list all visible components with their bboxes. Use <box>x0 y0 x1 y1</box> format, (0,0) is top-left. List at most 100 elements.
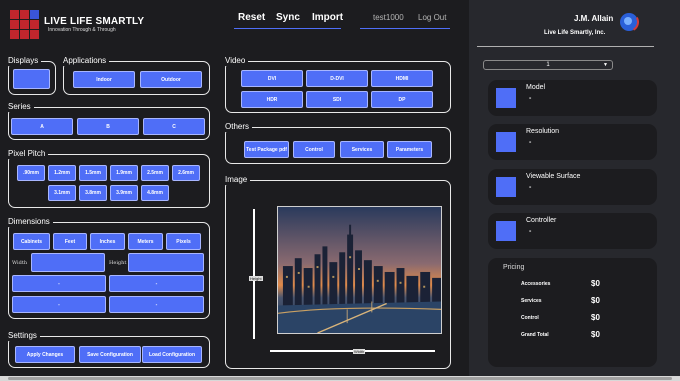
spec-card-resolution-title: Resolution <box>526 128 560 135</box>
import-link[interactable]: Import <box>312 12 343 23</box>
video-hdr-button[interactable]: HDR <box>241 91 303 108</box>
control-button[interactable]: Control <box>293 141 335 158</box>
video-ddvi-button[interactable]: D-DVI <box>306 70 368 87</box>
spec-card-viewable-surface: Viewable Surface - <box>488 169 657 205</box>
spec-card-viewable-surface-title: Viewable Surface <box>526 173 581 180</box>
username-link[interactable]: test1000 <box>373 13 404 22</box>
dimension-output-3: - <box>12 296 106 313</box>
pricing-title: Pricing <box>503 264 525 271</box>
brand-tagline: Innovation Through & Through <box>48 27 116 33</box>
width-slider-handle[interactable]: Width <box>353 349 366 354</box>
parameters-button[interactable]: Parameters <box>387 141 432 158</box>
displays-title: Displays <box>8 56 42 66</box>
avatar-icon[interactable] <box>619 12 639 32</box>
dimension-output-4: - <box>109 296 204 313</box>
spec-card-resolution: Resolution - <box>488 124 657 160</box>
pricing-accessories-label: Accessories <box>521 281 551 287</box>
height-slider-handle[interactable]: Height <box>249 276 263 281</box>
save-configuration-button[interactable]: Save Configuration <box>79 346 141 363</box>
series-a-button[interactable]: A <box>11 118 73 135</box>
unit-cabinets-button[interactable]: Cabinets <box>13 233 50 250</box>
spec-card-model-swatch <box>496 88 516 108</box>
pricing-services-value: $0 <box>591 296 600 305</box>
pitch-090-button[interactable]: .90mm <box>17 165 45 181</box>
unit-inches-button[interactable]: Inches <box>90 233 125 250</box>
services-button[interactable]: Services <box>340 141 384 158</box>
configuration-select-value: 1 <box>546 62 550 68</box>
test-package-pdf-button[interactable]: Test Package pdf <box>244 141 289 158</box>
pitch-31-button[interactable]: 3.1mm <box>48 185 76 201</box>
outdoor-button[interactable]: Outdoor <box>140 71 202 88</box>
width-label: Width <box>12 260 28 266</box>
city-preview-image <box>277 206 442 334</box>
spec-card-controller: Controller - <box>488 213 657 249</box>
dimension-output-2: - <box>109 275 204 292</box>
pricing-grand-total-value: $0 <box>591 330 600 339</box>
pitch-39-button[interactable]: 3.9mm <box>110 185 138 201</box>
video-dvi-button[interactable]: DVI <box>241 70 303 87</box>
pixel-pitch-title: Pixel Pitch <box>8 149 49 159</box>
spec-card-viewable-surface-value: - <box>529 184 532 191</box>
settings-title: Settings <box>8 331 40 341</box>
unit-meters-button[interactable]: Meters <box>128 233 163 250</box>
chevron-down-icon: ▼ <box>603 62 608 68</box>
series-c-button[interactable]: C <box>143 118 205 135</box>
pricing-services-label: Services <box>521 298 542 304</box>
pricing-grand-total-label: Grand Total <box>521 332 549 338</box>
spec-card-viewable-surface-swatch <box>496 177 516 197</box>
spec-card-model: Model - <box>488 80 657 116</box>
video-hdmi-button[interactable]: HDMI <box>371 70 433 87</box>
apply-changes-button[interactable]: Apply Changes <box>15 346 75 363</box>
height-label: Height <box>109 260 127 266</box>
pricing-control-label: Control <box>521 315 539 321</box>
horizontal-scrollbar-thumb[interactable] <box>8 377 672 380</box>
user-name: J.M. Allain <box>574 14 614 23</box>
pixel-pitch-section: Pixel Pitch <box>8 149 210 208</box>
video-dp-button[interactable]: DP <box>371 91 433 108</box>
logout-link[interactable]: Log Out <box>418 13 446 22</box>
spec-card-resolution-value: - <box>529 139 532 146</box>
pitch-15-button[interactable]: 1.5mm <box>79 165 107 181</box>
dimensions-title: Dimensions <box>8 217 53 227</box>
height-slider[interactable] <box>253 209 255 339</box>
nav-underline <box>234 28 341 29</box>
display-select-button[interactable] <box>13 69 50 89</box>
reset-link[interactable]: Reset <box>238 12 265 23</box>
spec-card-controller-swatch <box>496 221 516 241</box>
spec-card-resolution-swatch <box>496 132 516 152</box>
spec-card-controller-value: - <box>529 228 532 235</box>
applications-title: Applications <box>63 56 110 66</box>
video-sdi-button[interactable]: SDI <box>306 91 368 108</box>
height-input[interactable] <box>128 253 204 272</box>
pitch-12-button[interactable]: 1.2mm <box>48 165 76 181</box>
pitch-38-button[interactable]: 3.8mm <box>79 185 107 201</box>
pricing-accessories-value: $0 <box>591 279 600 288</box>
video-title: Video <box>225 56 249 66</box>
sync-link[interactable]: Sync <box>276 12 300 23</box>
company-name: Live Life Smartly, Inc. <box>544 30 606 36</box>
width-input[interactable] <box>31 253 105 272</box>
pitch-19-button[interactable]: 1.9mm <box>110 165 138 181</box>
user-nav-underline <box>360 28 450 29</box>
unit-pixels-button[interactable]: Pixels <box>166 233 201 250</box>
logo-grid-icon <box>10 10 39 39</box>
indoor-button[interactable]: Indoor <box>73 71 135 88</box>
others-title: Others <box>225 122 253 132</box>
configuration-select[interactable]: 1 ▼ <box>483 60 613 70</box>
spec-card-model-title: Model <box>526 84 546 91</box>
brand-title: LIVE LIFE SMARTLY <box>44 16 145 27</box>
image-title: Image <box>225 175 251 185</box>
spec-card-controller-title: Controller <box>526 217 557 224</box>
series-b-button[interactable]: B <box>77 118 139 135</box>
profile-divider <box>477 46 654 47</box>
dimension-output-1: - <box>12 275 106 292</box>
pitch-26-button[interactable]: 2.6mm <box>172 165 200 181</box>
pitch-48-button[interactable]: 4.8mm <box>141 185 169 201</box>
pitch-25-button[interactable]: 2.5mm <box>141 165 169 181</box>
series-title: Series <box>8 102 34 112</box>
pricing-control-value: $0 <box>591 313 600 322</box>
spec-card-model-value: - <box>529 95 532 102</box>
load-configuration-button[interactable]: Load Configuration <box>142 346 202 363</box>
unit-feet-button[interactable]: Feet <box>53 233 87 250</box>
pricing-card: Pricing Accessories $0 Services $0 Contr… <box>488 258 657 367</box>
